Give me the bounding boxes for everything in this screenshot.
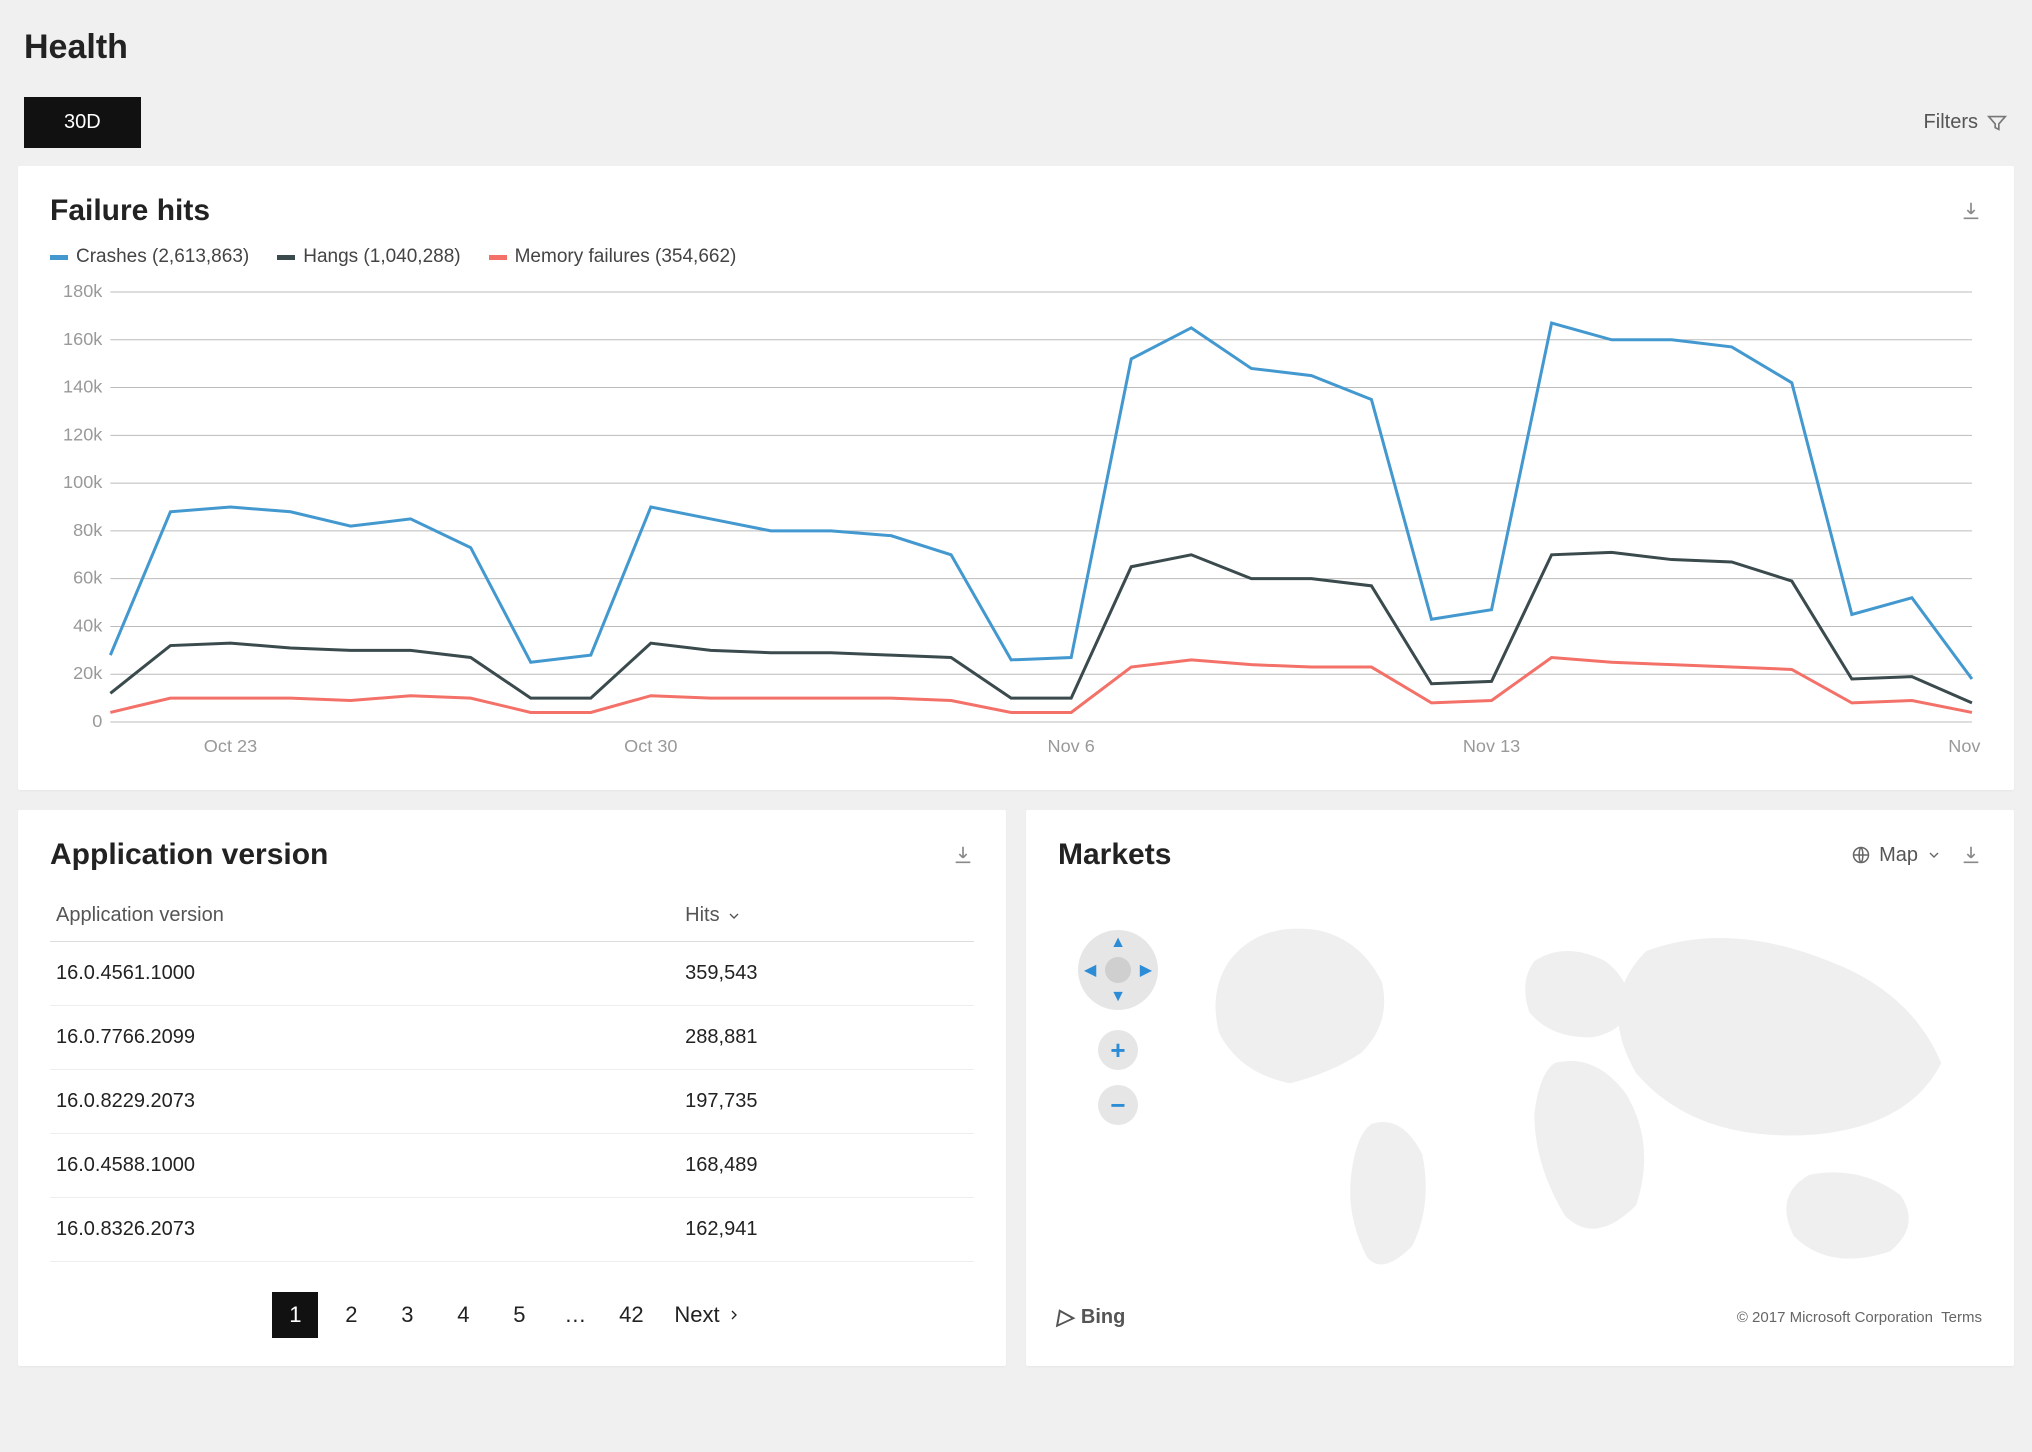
pan-right-icon[interactable]: ▶ [1140,960,1152,980]
cell-version: 16.0.4588.1000 [50,1134,679,1198]
table-row[interactable]: 16.0.8229.2073197,735 [50,1070,974,1134]
col-version[interactable]: Application version [50,890,679,942]
map-view-toggle[interactable]: Map [1851,844,1942,867]
legend-item-hangs[interactable]: Hangs (1,040,288) [277,246,460,268]
svg-text:160k: 160k [63,329,103,349]
pager-page[interactable]: 4 [440,1292,486,1338]
col-hits-label: Hits [685,904,719,927]
svg-text:Oct 23: Oct 23 [204,736,257,756]
globe-icon [1851,845,1871,865]
table-row[interactable]: 16.0.4588.1000168,489 [50,1134,974,1198]
pan-up-icon[interactable]: ▲ [1110,934,1126,952]
pager-page[interactable]: 1 [272,1292,318,1338]
terms-link[interactable]: Terms [1941,1309,1982,1326]
svg-text:140k: 140k [63,377,103,397]
map-pan-control[interactable]: ▲ ▼ ◀ ▶ [1078,930,1158,1010]
chart-legend: Crashes (2,613,863) Hangs (1,040,288) Me… [50,246,1982,268]
svg-text:20k: 20k [73,663,103,683]
pan-down-icon[interactable]: ▼ [1110,988,1126,1006]
toolbar: 30D Filters [18,97,2014,148]
cell-version: 16.0.8229.2073 [50,1070,679,1134]
map-credit: © 2017 Microsoft Corporation Terms [1737,1309,1982,1326]
failure-hits-title: Failure hits [50,194,210,228]
legend-item-memory-failures[interactable]: Memory failures (354,662) [489,246,737,268]
legend-swatch [489,255,507,260]
pager-page[interactable]: 5 [496,1292,542,1338]
svg-text:Nov 13: Nov 13 [1463,736,1520,756]
cell-hits: 162,941 [679,1198,974,1262]
legend-swatch [277,255,295,260]
bing-label: Bing [1081,1306,1125,1329]
svg-text:0: 0 [92,711,102,731]
table-row[interactable]: 16.0.4561.1000359,543 [50,942,974,1006]
svg-text:120k: 120k [63,424,103,444]
legend-item-crashes[interactable]: Crashes (2,613,863) [50,246,249,268]
pan-center-icon[interactable] [1105,957,1131,983]
bing-logo: ▷ Bing [1058,1304,1125,1330]
page-title: Health [24,28,2014,67]
svg-text:100k: 100k [63,472,103,492]
table-row[interactable]: 16.0.8326.2073162,941 [50,1198,974,1262]
filters-button[interactable]: Filters [1924,111,2008,134]
svg-text:180k: 180k [63,282,103,301]
application-version-title: Application version [50,838,328,872]
markets-title: Markets [1058,838,1171,872]
world-map-graphic [1168,890,1982,1297]
failure-hits-card: Failure hits Crashes (2,613,863) Hangs (… [18,166,2014,790]
cell-version: 16.0.4561.1000 [50,942,679,1006]
svg-text:Nov 6: Nov 6 [1048,736,1095,756]
chevron-down-icon [726,908,742,924]
svg-text:60k: 60k [73,568,103,588]
pager-next[interactable]: Next [664,1302,751,1328]
zoom-out-button[interactable]: − [1098,1085,1138,1125]
download-icon[interactable] [1960,844,1982,866]
pager-page[interactable]: 42 [608,1292,654,1338]
pager-page[interactable]: 2 [328,1292,374,1338]
svg-text:80k: 80k [73,520,103,540]
cell-version: 16.0.7766.2099 [50,1006,679,1070]
pan-left-icon[interactable]: ◀ [1084,960,1096,980]
download-icon[interactable] [1960,200,1982,222]
filter-icon [1986,112,2008,134]
svg-text:Oct 30: Oct 30 [624,736,677,756]
cell-hits: 288,881 [679,1006,974,1070]
chevron-down-icon [1926,847,1942,863]
pager-page[interactable]: 3 [384,1292,430,1338]
filters-label: Filters [1924,111,1978,134]
markets-map[interactable]: ▲ ▼ ◀ ▶ + − ▷ [1058,890,1982,1330]
failure-hits-chart[interactable]: 0 20k 40k 60k 80k 100k 120k 140k 160k 180k Oct 23 O… [50,282,1982,762]
legend-label: Hangs (1,040,288) [303,246,460,268]
download-icon[interactable] [952,844,974,866]
table-row[interactable]: 16.0.7766.2099288,881 [50,1006,974,1070]
markets-card: Markets Map ▲ ▼ ◀ ▶ + − [1026,810,2014,1366]
pager-ellipsis: … [552,1292,598,1338]
pager: 12345…42 Next [50,1292,974,1338]
cell-hits: 168,489 [679,1134,974,1198]
svg-text:Nov 2: Nov 2 [1948,736,1982,756]
col-hits[interactable]: Hits [679,890,974,942]
cell-hits: 359,543 [679,942,974,1006]
map-view-label: Map [1879,844,1918,867]
svg-text:40k: 40k [73,615,103,635]
cell-version: 16.0.8326.2073 [50,1198,679,1262]
zoom-in-button[interactable]: + [1098,1030,1138,1070]
application-version-card: Application version Application version … [18,810,1006,1366]
legend-label: Memory failures (354,662) [515,246,737,268]
legend-swatch [50,255,68,260]
legend-label: Crashes (2,613,863) [76,246,249,268]
date-range-button[interactable]: 30D [24,97,141,148]
bing-icon: ▷ [1056,1304,1078,1330]
application-version-table: Application version Hits 16.0.4561.10003… [50,890,974,1262]
cell-hits: 197,735 [679,1070,974,1134]
